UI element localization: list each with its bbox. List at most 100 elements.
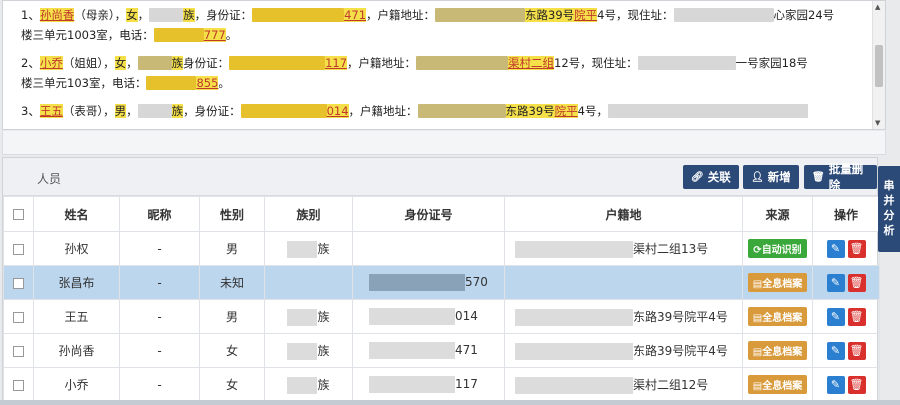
source-tag[interactable]: ▤全息档案 [747,273,808,292]
table-row[interactable]: 孙尚香 - 女族 471 东路39号院平4号 ▤全息档案 ✎ 🗑︎ [3,333,880,368]
redacted-block [287,376,318,394]
header-name: 姓名 [33,196,120,232]
delete-icon[interactable]: 🗑︎ [847,239,866,258]
table-row[interactable]: 孙权 - 男族 渠村二组13号 ⟳自动识别 ✎ 🗑︎ [3,231,880,266]
cell-ethnic: 族 [264,333,353,368]
source-tag[interactable]: ⟳自动识别 [748,239,807,258]
cell-name: 张昌布 [33,265,120,300]
edit-icon[interactable]: ✎ [826,273,845,292]
row-checkbox[interactable] [13,311,24,323]
delete-icon[interactable]: 🗑︎ [847,273,866,292]
cell-source: ▤全息档案 [742,299,813,334]
cell-ethnic: 族 [264,299,353,334]
redacted-block [149,8,184,22]
archive-icon: ▤ [752,381,763,392]
edit-icon[interactable]: ✎ [826,307,845,326]
table-row[interactable]: 小乔 - 女族 117 渠村二组12号 ▤全息档案 ✎ 🗑︎ [3,367,880,402]
redacted-block [287,240,318,258]
redacted-block [637,56,736,70]
row-checkbox[interactable] [13,277,24,289]
cell-gender: 男 [199,299,265,334]
row-checkbox[interactable] [13,243,24,255]
person-paragraph-3: 3、王五（表哥），男， 族，身份证： 014，户籍地址： 东路39号院平4号， [21,101,861,121]
row-checkbox[interactable] [13,379,24,391]
refresh-icon: ⟳ [753,245,762,256]
cell-ethnic [264,265,353,300]
cell-name: 小乔 [33,367,120,402]
cell-gender: 女 [199,333,265,368]
edit-icon[interactable]: ✎ [826,239,845,258]
cell-name: 孙权 [33,231,120,266]
table-header-row: 姓名 昵称 性别 族别 身份证号 户籍地 来源 操作 [3,196,880,232]
header-nickname: 昵称 [119,196,200,232]
side-tab-analysis[interactable]: 串并分析 [878,166,900,252]
edit-icon[interactable]: ✎ [826,341,845,360]
source-tag[interactable]: ▤全息档案 [747,375,808,394]
select-all-checkbox[interactable] [13,209,24,220]
source-tag[interactable]: ▤全息档案 [747,341,808,360]
batch-delete-button[interactable]: 🗑︎ 批量删除 [804,162,877,192]
cell-gender: 男 [199,231,265,266]
delete-icon[interactable]: 🗑︎ [847,341,866,360]
redacted-block [287,342,318,360]
cell-actions: ✎ 🗑︎ [812,367,880,402]
redacted-block [369,308,455,325]
cell-source: ▤全息档案 [742,265,813,300]
person-panel: 人员 🔗︎ 关联 👤︎ 新增 🗑︎ 批量删除 姓名 昵称 性别 族别 身份证号 … [2,157,880,402]
delete-icon[interactable]: 🗑︎ [847,307,866,326]
add-button[interactable]: 👤︎ 新增 [743,165,799,189]
redacted-block [416,56,509,70]
side-tab-label: 串并分析 [883,179,895,237]
cell-nickname: - [119,231,200,266]
redacted-block [673,8,774,22]
row-select-cell[interactable] [3,299,34,334]
redacted-block [146,76,197,90]
header-source: 来源 [742,196,813,232]
link-icon: 🔗︎ [691,171,704,183]
cell-actions: ✎ 🗑︎ [812,299,880,334]
highlighted-name: 孙尚香 [39,8,75,22]
text-panel-scrollbar[interactable]: ▲ ▼ [872,1,885,129]
row-select-cell[interactable] [3,231,34,266]
cell-gender: 女 [199,367,265,402]
scroll-up-icon[interactable]: ▲ [875,3,880,11]
redacted-block [137,104,172,118]
row-select-cell[interactable] [3,265,34,300]
link-button[interactable]: 🔗︎ 关联 [683,165,739,189]
row-select-cell[interactable] [3,333,34,368]
redacted-block [369,342,455,359]
edit-icon[interactable]: ✎ [826,375,845,394]
cell-id-number: 117 [352,367,505,402]
person-paragraph-1: 1、孙尚香（母亲），女， 族，身份证： 471，户籍地址： 东路39号院平4号，现住址… [21,8,835,42]
redacted-block [240,104,327,118]
row-checkbox[interactable] [13,345,24,357]
cell-nickname: - [119,265,200,300]
redacted-block [515,342,633,360]
redacted-block [153,28,204,42]
cell-actions: ✎ 🗑︎ [812,231,880,266]
row-select-cell[interactable] [3,367,34,402]
person-table: 姓名 昵称 性别 族别 身份证号 户籍地 来源 操作 孙权 - 男族渠村二组13号 ⟳… [3,196,880,402]
header-ethnic: 族别 [264,196,353,232]
archive-icon: ▤ [752,313,763,324]
source-tag[interactable]: ▤全息档案 [747,307,808,326]
cell-ethnic: 族 [264,231,353,266]
table-row[interactable]: 张昌布 - 未知 570 ▤全息档案 ✎ 🗑︎ [3,265,880,300]
redacted-block [229,56,326,70]
cell-id-number [352,231,505,266]
header-actions: 操作 [812,196,880,232]
trash-icon: 🗑︎ [812,171,825,183]
highlighted-name: 小乔 [39,56,63,70]
delete-icon[interactable]: 🗑︎ [847,375,866,394]
cell-actions: ✎ 🗑︎ [812,333,880,368]
cell-ethnic: 族 [264,367,353,402]
scrollbar-thumb[interactable] [875,45,883,87]
archive-icon: ▤ [752,279,763,290]
cell-nickname: - [119,367,200,402]
cell-household-address: 东路39号院平4号 [504,333,743,368]
redacted-block [515,376,633,394]
scroll-down-icon[interactable]: ▼ [875,119,880,127]
select-all-cell[interactable] [3,196,34,232]
cell-source: ▤全息档案 [742,367,813,402]
table-row[interactable]: 王五 - 男族 014 东路39号院平4号 ▤全息档案 ✎ 🗑︎ [3,299,880,334]
